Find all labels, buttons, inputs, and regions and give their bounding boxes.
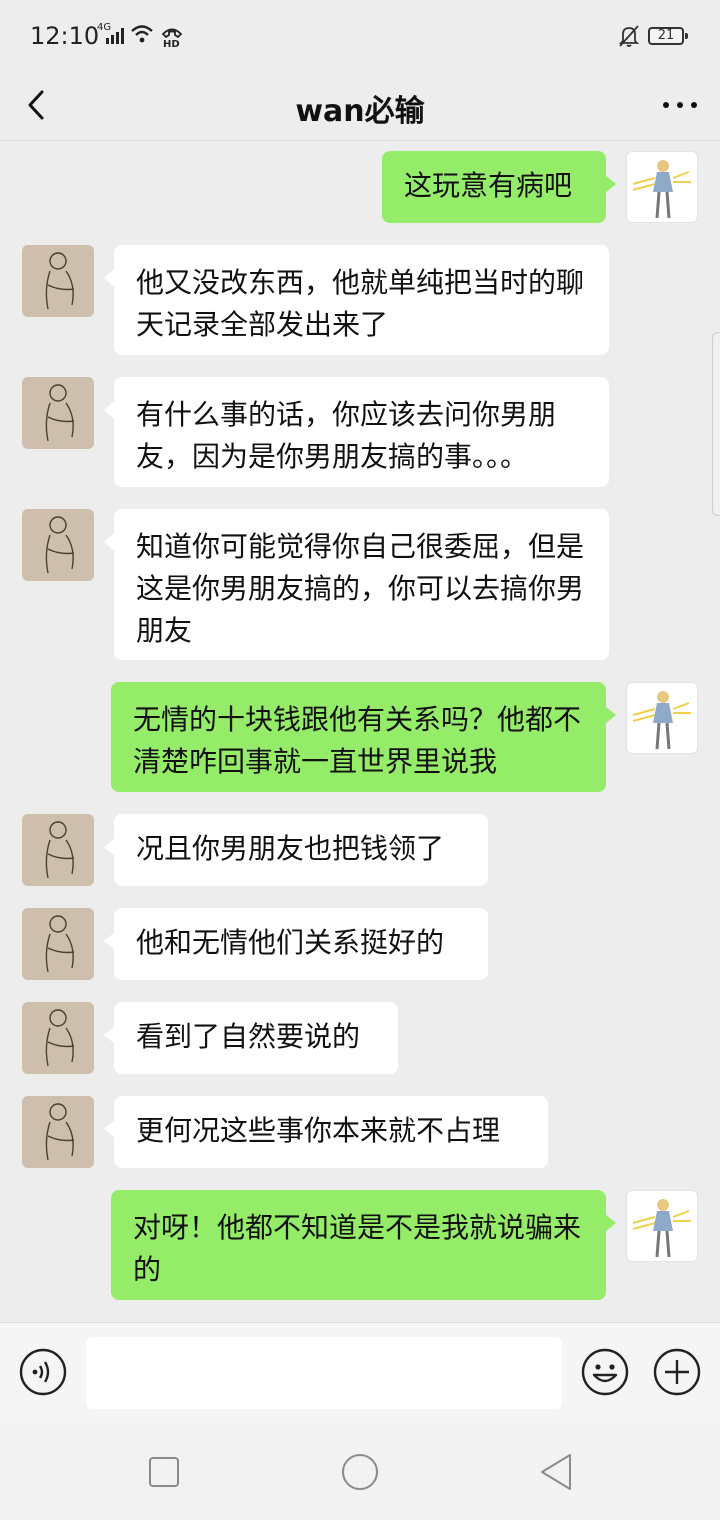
wifi-icon: [131, 25, 153, 43]
contact-avatar[interactable]: [22, 908, 94, 980]
chat-title: wan必输: [295, 94, 425, 129]
mute-bell-icon: [618, 25, 640, 47]
message-bubble[interactable]: 知道你可能觉得你自己很委屈，但是这是你男朋友搞的，你可以去搞你男朋友: [104, 509, 609, 660]
hd-call-icon: HD: [161, 28, 183, 48]
my-avatar[interactable]: [626, 151, 698, 223]
avatar-sketch-icon: [45, 821, 75, 879]
message-text-input[interactable]: [86, 1337, 562, 1409]
message-bubble[interactable]: 有什么事的话，你应该去问你男朋友，因为是你男朋友搞的事。。。: [104, 377, 609, 487]
message-bubble[interactable]: 况且你男朋友也把钱领了: [104, 814, 488, 886]
contact-avatar[interactable]: [22, 509, 94, 581]
message-bubble[interactable]: 更何况这些事你本来就不占理: [104, 1096, 548, 1168]
avatar-sketch-icon: [45, 1103, 75, 1161]
avatar-figure-icon: [632, 160, 691, 219]
emoji-icon[interactable]: [580, 1347, 630, 1397]
status-time: 12:10: [30, 22, 100, 50]
contact-avatar[interactable]: [22, 245, 94, 317]
back-triangle-icon[interactable]: [538, 1452, 574, 1492]
avatar-sketch-icon: [45, 915, 75, 973]
contact-avatar[interactable]: [22, 377, 94, 449]
message-bubble[interactable]: 他又没改东西，他就单纯把当时的聊天记录全部发出来了: [104, 245, 609, 355]
message-bubble[interactable]: 这玩意有病吧: [382, 151, 616, 223]
avatar-figure-icon: [632, 691, 691, 750]
avatar-sketch-icon: [45, 516, 75, 574]
message-input-bar: [0, 1322, 720, 1425]
avatar-sketch-icon: [45, 252, 75, 310]
recent-apps-icon[interactable]: [148, 1456, 180, 1488]
more-dots-icon[interactable]: [660, 88, 700, 122]
signal-icon: [106, 28, 124, 44]
message-bubble[interactable]: 对呀！他都不知道是不是我就说骗来的: [111, 1190, 616, 1300]
contact-avatar[interactable]: [22, 814, 94, 886]
avatar-sketch-icon: [45, 1009, 75, 1067]
message-bubble[interactable]: 他和无情他们关系挺好的: [104, 908, 488, 980]
system-navigation-bar: [0, 1424, 720, 1520]
contact-avatar[interactable]: [22, 1096, 94, 1168]
home-circle-icon[interactable]: [340, 1452, 380, 1492]
chat-header: wan必输: [0, 72, 720, 141]
side-scroll-handle[interactable]: [712, 332, 720, 516]
svg-text:HD: HD: [163, 39, 180, 48]
message-bubble[interactable]: 无情的十块钱跟他有关系吗？他都不清楚咋回事就一直世界里说我: [111, 682, 616, 792]
avatar-figure-icon: [632, 1199, 691, 1258]
status-bar: 12:10 4G HD 21: [0, 0, 720, 72]
my-avatar[interactable]: [626, 1190, 698, 1262]
my-avatar[interactable]: [626, 682, 698, 754]
voice-icon[interactable]: [18, 1347, 68, 1397]
avatar-sketch-icon: [45, 384, 75, 442]
message-bubble[interactable]: 看到了自然要说的: [104, 1002, 398, 1074]
contact-avatar[interactable]: [22, 1002, 94, 1074]
plus-icon[interactable]: [652, 1347, 702, 1397]
battery-indicator: 21: [648, 27, 688, 45]
